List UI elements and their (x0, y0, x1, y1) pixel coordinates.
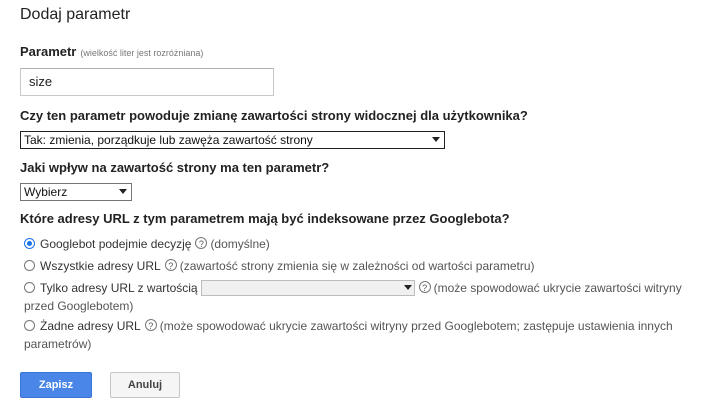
option-note: (domyślne) (210, 237, 270, 251)
dialog-title: Dodaj parametr (20, 6, 131, 23)
radio-googlebot-decides[interactable] (24, 238, 35, 249)
option-label: Tylko adresy URL z wartością (40, 281, 198, 295)
option-no-urls[interactable]: Żadne adresy URL? (może spowodować ukryci… (24, 317, 686, 353)
question-circle-icon[interactable]: ? (418, 281, 431, 293)
option-all-urls[interactable]: Wszystkie adresy URL? (zawartość strony z… (24, 257, 686, 275)
question-circle-icon[interactable]: ? (144, 319, 157, 331)
chevron-down-icon (403, 285, 412, 290)
option-note: (zawartość strony zmienia się w zależnoś… (179, 259, 535, 273)
content-effect-select[interactable]: Wybierz (20, 183, 132, 201)
chevron-down-icon (119, 189, 127, 194)
question-circle-icon[interactable]: ? (164, 259, 177, 271)
question-circle-icon[interactable]: ? (195, 237, 208, 249)
option-label: Wszystkie adresy URL (40, 259, 161, 273)
question-indexing: Które adresy URL z tym parametrem mają b… (20, 211, 510, 226)
chevron-down-icon (432, 137, 440, 142)
parameter-input[interactable]: size (20, 68, 274, 96)
cancel-button[interactable]: Anuluj (110, 372, 180, 398)
content-change-select[interactable]: Tak: zmienia, porządkuje lub zawęża zawa… (20, 131, 445, 149)
parameter-label-text: Parametr (20, 44, 77, 59)
question-content-change: Czy ten parametr powoduje zmianę zawarto… (20, 108, 528, 123)
save-button[interactable]: Zapisz (20, 372, 92, 398)
option-only-value[interactable]: Tylko adresy URL z wartością? (może spowo… (24, 279, 686, 315)
radio-no-urls[interactable] (24, 320, 35, 331)
option-label: Googlebot podejmie decyzję (40, 237, 192, 251)
option-label: Żadne adresy URL (40, 319, 141, 333)
parameter-label: Parametr (wielkość liter jest rozróżniana… (20, 44, 203, 59)
radio-all-urls[interactable] (24, 260, 35, 271)
value-select[interactable] (200, 280, 415, 296)
parameter-hint: (wielkość liter jest rozróżniana) (80, 48, 204, 58)
option-googlebot-decides[interactable]: Googlebot podejmie decyzję? (domyślne) (24, 235, 686, 253)
content-change-select-value: Tak: zmienia, porządkuje lub zawęża zawa… (24, 133, 313, 147)
radio-only-value[interactable] (24, 282, 35, 293)
content-effect-select-value: Wybierz (24, 185, 68, 199)
question-content-effect: Jaki wpływ na zawartość strony ma ten pa… (20, 160, 330, 175)
